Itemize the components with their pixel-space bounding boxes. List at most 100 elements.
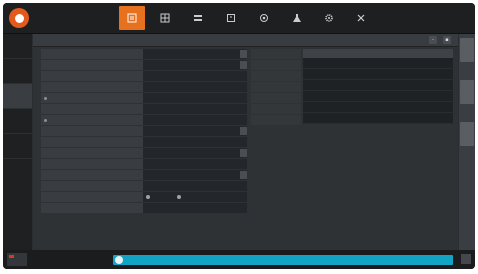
setting-label xyxy=(41,126,143,136)
clock-icon xyxy=(227,13,235,22)
sidebar-item-4[interactable] xyxy=(3,109,32,134)
bullet-icon xyxy=(44,118,47,122)
dropdown-button[interactable] xyxy=(240,61,247,69)
info-label xyxy=(251,82,301,92)
setting-label xyxy=(41,137,143,147)
tools-icon xyxy=(357,14,365,21)
side-tool-button-1[interactable] xyxy=(460,38,474,62)
layers-icon xyxy=(194,14,202,21)
setting-field[interactable] xyxy=(143,203,247,213)
table-row[interactable] xyxy=(303,102,453,113)
info-label xyxy=(251,60,301,70)
radio-icon xyxy=(146,195,150,199)
side-tool-button-3[interactable] xyxy=(460,122,474,146)
sidebar-item-5[interactable] xyxy=(3,134,32,159)
nav-item-8[interactable] xyxy=(348,6,374,30)
nav-item-1[interactable] xyxy=(119,6,145,30)
info-labels xyxy=(251,49,301,126)
side-tool-button-2[interactable] xyxy=(460,80,474,104)
table-header xyxy=(303,49,453,58)
setting-field[interactable] xyxy=(143,159,247,169)
info-label xyxy=(251,71,301,81)
sidebar-item-1[interactable] xyxy=(3,34,32,59)
bullet-icon xyxy=(44,96,47,100)
column-header xyxy=(416,49,454,58)
nav-item-2[interactable] xyxy=(152,6,178,30)
gear-icon xyxy=(325,13,333,22)
data-table xyxy=(303,49,453,124)
setting-label xyxy=(41,82,143,92)
table-row[interactable] xyxy=(303,58,453,69)
setting-field[interactable] xyxy=(143,82,247,92)
sidebar-item-3[interactable] xyxy=(3,84,32,109)
dropdown-button[interactable] xyxy=(240,127,247,135)
setting-field[interactable] xyxy=(143,170,247,180)
setting-field[interactable] xyxy=(143,104,247,114)
column-header xyxy=(341,49,379,58)
table-row[interactable] xyxy=(303,69,453,80)
setting-label xyxy=(41,71,143,81)
list-icon xyxy=(127,13,137,22)
setting-label xyxy=(41,181,143,191)
nav-item-5[interactable] xyxy=(251,6,277,30)
application-window: - ▪ xyxy=(3,3,475,269)
minus-icon[interactable]: - xyxy=(429,36,437,44)
setting-label xyxy=(41,93,143,103)
setting-label xyxy=(41,192,143,202)
setting-label xyxy=(41,159,143,169)
maximize-icon[interactable]: ▪ xyxy=(443,36,451,44)
setting-field[interactable] xyxy=(143,93,247,103)
nav-item-7[interactable] xyxy=(316,6,342,30)
setting-label xyxy=(41,170,143,180)
setting-field[interactable] xyxy=(143,137,247,147)
main-panel: - ▪ xyxy=(33,34,458,250)
info-icon xyxy=(115,256,123,264)
info-label xyxy=(251,49,301,59)
setting-field[interactable] xyxy=(143,181,247,191)
setting-label xyxy=(41,60,143,70)
table-row[interactable] xyxy=(303,91,453,102)
column-header xyxy=(378,49,416,58)
setting-label xyxy=(41,203,143,213)
radio-option-2[interactable] xyxy=(177,195,183,199)
flask-icon xyxy=(293,13,301,22)
app-logo[interactable] xyxy=(9,8,29,28)
sidebar-item-2[interactable] xyxy=(3,59,32,84)
progress-bar xyxy=(113,255,453,265)
setting-field[interactable] xyxy=(143,115,247,125)
settings-labels xyxy=(41,49,143,214)
setting-field[interactable] xyxy=(143,49,247,59)
stop-button[interactable] xyxy=(7,253,27,266)
menu-icon[interactable] xyxy=(461,254,471,264)
setting-field[interactable] xyxy=(143,126,247,136)
radio-icon xyxy=(177,195,181,199)
right-tool-panel xyxy=(459,34,475,250)
setting-label xyxy=(41,49,143,59)
bottom-status-bar xyxy=(3,250,475,269)
dropdown-button[interactable] xyxy=(240,149,247,157)
setting-label xyxy=(41,104,143,114)
dropdown-button[interactable] xyxy=(240,50,247,58)
setting-field[interactable] xyxy=(143,148,247,158)
dropdown-button[interactable] xyxy=(240,171,247,179)
info-label xyxy=(251,104,301,114)
radio-option-1[interactable] xyxy=(146,195,152,199)
panel-header: - ▪ xyxy=(33,34,458,47)
setting-field[interactable] xyxy=(143,71,247,81)
settings-values xyxy=(143,49,247,214)
nav-item-3[interactable] xyxy=(185,6,211,30)
info-label xyxy=(251,115,301,125)
setting-label xyxy=(41,148,143,158)
column-header xyxy=(303,49,341,58)
table-row[interactable] xyxy=(303,113,453,124)
stop-icon xyxy=(9,255,14,258)
setting-label xyxy=(41,115,143,125)
nav-item-6[interactable] xyxy=(284,6,310,30)
top-navigation-bar xyxy=(3,3,475,34)
grid-icon xyxy=(160,13,170,22)
left-sidebar xyxy=(3,34,32,250)
nav-item-4[interactable] xyxy=(218,6,244,30)
setting-field[interactable] xyxy=(143,60,247,70)
table-row[interactable] xyxy=(303,80,453,91)
target-icon xyxy=(260,13,268,22)
